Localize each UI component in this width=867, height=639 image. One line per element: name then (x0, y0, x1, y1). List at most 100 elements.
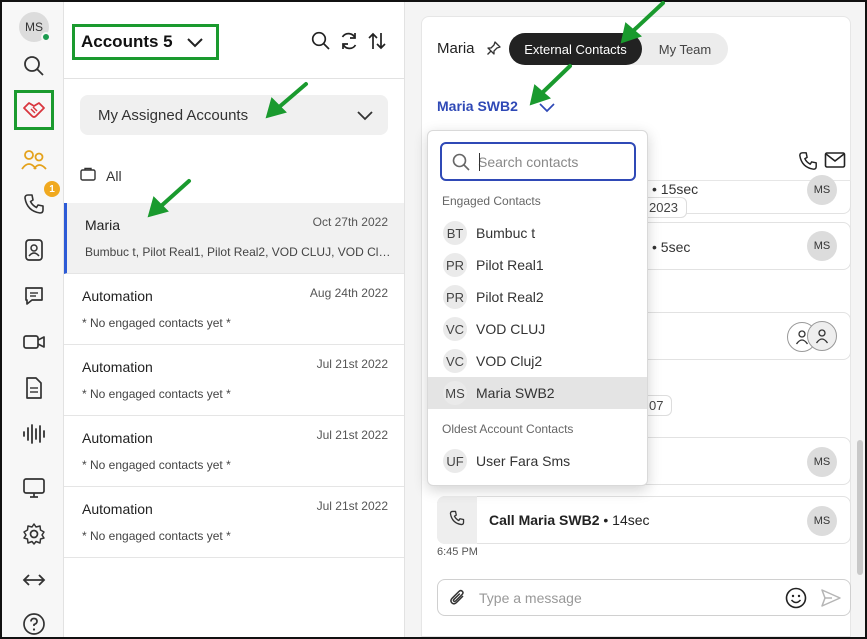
calls-badge: 1 (44, 181, 60, 197)
contact-initials: UF (443, 449, 467, 473)
account-filter-dropdown[interactable]: My Assigned Accounts (80, 95, 388, 135)
engaged-contacts-heading: Engaged Contacts (442, 194, 541, 208)
account-list-item[interactable]: Maria Oct 27th 2022 Bumbuc t, Pilot Real… (64, 203, 404, 274)
group-avatar-icon (807, 321, 837, 351)
contacts-icon[interactable] (18, 234, 50, 266)
emoji-icon[interactable] (785, 587, 807, 614)
account-date: Aug 24th 2022 (309, 286, 388, 300)
call-strip (437, 496, 477, 544)
account-contacts-summary: Bumbuc t, Pilot Real1, Pilot Real2, VOD … (85, 245, 393, 259)
account-date: Oct 27th 2022 (312, 215, 388, 229)
document-icon[interactable] (18, 372, 50, 404)
voice-wave-icon[interactable] (18, 418, 50, 450)
account-name: Automation (82, 359, 153, 375)
account-name: Automation (82, 288, 153, 304)
chat-title: Maria (437, 40, 475, 57)
help-icon[interactable] (18, 608, 50, 639)
tab-my-team[interactable]: My Team (645, 33, 725, 65)
contact-option[interactable]: PR Pilot Real2 (428, 281, 647, 313)
search-icon (452, 153, 470, 176)
call-label: Call Maria SWB2 • 14sec (489, 512, 650, 528)
sort-icon[interactable] (366, 30, 388, 52)
search-accounts-icon[interactable] (310, 30, 332, 52)
contact-name: Pilot Real1 (476, 257, 544, 273)
phone-icon (449, 510, 465, 531)
contact-option[interactable]: UF User Fara Sms (428, 445, 647, 477)
paperclip-icon[interactable] (448, 588, 468, 613)
contacts-dropdown: Engaged Contacts BT Bumbuc t PR Pilot Re… (427, 130, 648, 486)
call-timestamp: 6:45 PM (437, 546, 478, 558)
account-date: Jul 21st 2022 (316, 357, 388, 371)
account-contacts-summary: * No engaged contacts yet * (82, 458, 231, 472)
accounts-panel: Accounts 5 My Assigned Accounts All Mari… (64, 2, 405, 637)
account-list-item[interactable]: Automation Jul 21st 2022 * No engaged co… (64, 345, 404, 416)
message-composer[interactable]: Type a message (437, 579, 851, 616)
pin-icon[interactable] (486, 40, 502, 61)
search-contacts-input[interactable] (478, 152, 628, 172)
account-date: Jul 21st 2022 (316, 499, 388, 513)
contact-option[interactable]: BT Bumbuc t (428, 217, 647, 249)
briefcase-icon (80, 167, 96, 184)
search-contacts-field[interactable] (440, 142, 636, 181)
account-filter-label: My Assigned Accounts (98, 106, 249, 124)
contacts-scope-toggle: External Contacts My Team (509, 33, 728, 65)
user-initials: MS (25, 20, 43, 34)
call-name: Call Maria SWB2 (489, 512, 600, 528)
account-list-item[interactable]: Automation Jul 21st 2022 * No engaged co… (64, 416, 404, 487)
contact-initials: PR (443, 253, 467, 277)
contact-name: Bumbuc t (476, 225, 536, 241)
video-icon[interactable] (18, 326, 50, 358)
transfer-arrows-icon[interactable] (18, 564, 50, 596)
oldest-contacts-heading: Oldest Account Contacts (442, 422, 574, 436)
tab-external-contacts[interactable]: External Contacts (509, 33, 642, 65)
account-contacts-summary: * No engaged contacts yet * (82, 316, 231, 330)
contact-name: VOD Cluj2 (476, 353, 543, 369)
monitor-icon[interactable] (18, 472, 50, 504)
chat-header-actions (798, 151, 846, 176)
contact-option[interactable]: VC VOD CLUJ (428, 313, 647, 345)
message-duration: • 15sec (652, 181, 699, 197)
teams-icon[interactable] (18, 144, 50, 176)
message-avatar: MS (807, 175, 837, 205)
account-list-item[interactable]: Automation Aug 24th 2022 * No engaged co… (64, 274, 404, 345)
contact-initials: VC (443, 349, 467, 373)
account-name: Maria (85, 217, 121, 233)
message-avatar: MS (807, 447, 837, 477)
refresh-icon[interactable] (338, 30, 360, 52)
phone-icon[interactable] (798, 151, 818, 176)
contact-name: Pilot Real2 (476, 289, 544, 305)
chat-icon[interactable] (18, 280, 50, 312)
text-caret (479, 153, 480, 171)
message-duration: • 5sec (652, 239, 691, 255)
contact-option-selected[interactable]: MS Maria SWB2 (428, 377, 647, 409)
contact-option[interactable]: VC VOD Cluj2 (428, 345, 647, 377)
account-list-item[interactable]: Automation Jul 21st 2022 * No engaged co… (64, 487, 404, 558)
settings-icon[interactable] (18, 518, 50, 550)
account-contacts-summary: * No engaged contacts yet * (82, 387, 231, 401)
search-icon[interactable] (18, 50, 50, 82)
chevron-down-icon (356, 107, 374, 127)
contact-initials: VC (443, 317, 467, 341)
message-avatar: MS (807, 506, 837, 536)
all-label: All (106, 167, 122, 184)
accounts-title-dropdown[interactable]: Accounts 5 (72, 24, 219, 60)
send-icon[interactable] (820, 588, 842, 613)
chevron-down-icon[interactable] (538, 100, 556, 119)
chat-scrollbar[interactable] (857, 440, 863, 575)
message-input-placeholder: Type a message (479, 590, 582, 606)
account-date: Jul 21st 2022 (316, 428, 388, 442)
presence-online-icon (41, 32, 51, 42)
accounts-title: Accounts 5 (81, 32, 173, 51)
mail-icon[interactable] (824, 151, 846, 176)
left-nav-rail: MS 1 (2, 2, 64, 637)
accounts-header: Accounts 5 (64, 2, 405, 79)
contact-initials: BT (443, 221, 467, 245)
contact-name: VOD CLUJ (476, 321, 546, 337)
contact-name: User Fara Sms (476, 453, 571, 469)
account-contacts-summary: * No engaged contacts yet * (82, 529, 231, 543)
accounts-handshake-icon[interactable] (18, 94, 50, 126)
contact-option[interactable]: PR Pilot Real1 (428, 249, 647, 281)
all-accounts-row[interactable]: All (80, 167, 122, 184)
user-avatar[interactable]: MS (19, 12, 51, 42)
contact-selector[interactable]: Maria SWB2 (437, 98, 518, 114)
